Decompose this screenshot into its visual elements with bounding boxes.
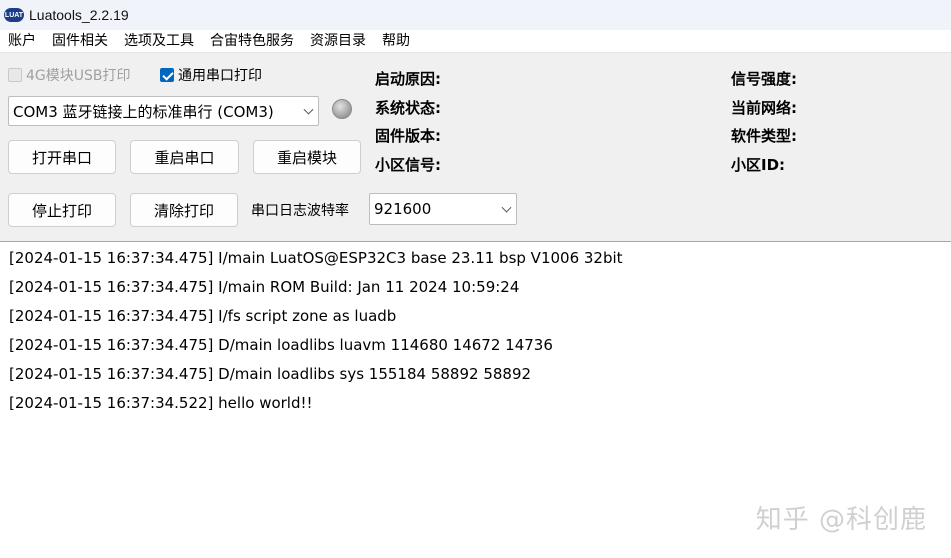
firmware-version-label: 固件版本: [375, 127, 441, 145]
open-port-button[interactable]: 打开串口 [8, 140, 116, 174]
watermark: 知乎 @科创鹿 [755, 505, 927, 535]
cell-id-label: 小区ID: [731, 156, 786, 174]
menu-bar: 账户 固件相关 选项及工具 合宙特色服务 资源目录 帮助 [0, 30, 951, 53]
system-state-label: 系统状态: [375, 99, 441, 117]
usb-print-4g-label: 4G模块USB打印 [26, 68, 131, 84]
cell-signal-label: 小区信号: [375, 156, 441, 174]
menu-help[interactable]: 帮助 [374, 30, 418, 53]
stop-print-button[interactable]: 停止打印 [8, 193, 116, 227]
boot-reason-label: 启动原因: [375, 70, 441, 88]
serial-print-checkbox[interactable]: 通用串口打印 [160, 65, 262, 85]
log-line: [2024-01-15 16:37:34.475] I/main ROM Bui… [9, 278, 520, 296]
chevron-down-icon [303, 104, 314, 115]
restart-module-button[interactable]: 重启模块 [253, 140, 361, 174]
menu-firmware[interactable]: 固件相关 [44, 30, 116, 53]
app-logo-icon: LUAT [4, 8, 24, 22]
usb-print-4g-checkbox[interactable]: 4G模块USB打印 [8, 65, 131, 85]
control-panel: 4G模块USB打印 通用串口打印 COM3 蓝牙链接上的标准串行 (COM3) … [0, 53, 951, 241]
baud-rate-select[interactable]: 921600 [369, 193, 517, 225]
signal-strength-label: 信号强度: [731, 70, 797, 88]
window-title: Luatools_2.2.19 [29, 7, 129, 23]
baud-rate-value: 921600 [374, 200, 432, 218]
restart-port-button[interactable]: 重启串口 [130, 140, 239, 174]
log-line: [2024-01-15 16:37:34.475] D/main loadlib… [9, 365, 532, 383]
port-select[interactable]: COM3 蓝牙链接上的标准串行 (COM3) [8, 96, 319, 126]
log-line: [2024-01-15 16:37:34.475] I/main LuatOS@… [9, 249, 623, 267]
checkbox-checked-icon [160, 68, 174, 82]
current-network-label: 当前网络: [731, 99, 797, 117]
menu-resources[interactable]: 资源目录 [302, 30, 374, 53]
checkbox-box [8, 68, 22, 82]
baud-rate-label: 串口日志波特率 [251, 203, 349, 219]
menu-account[interactable]: 账户 [0, 30, 44, 53]
port-select-value: COM3 蓝牙链接上的标准串行 (COM3) [13, 102, 274, 121]
log-line: [2024-01-15 16:37:34.522] hello world!! [9, 394, 313, 412]
log-line: [2024-01-15 16:37:34.475] D/main loadlib… [9, 336, 553, 354]
clear-print-button[interactable]: 清除打印 [130, 193, 238, 227]
port-status-led-icon [332, 99, 352, 119]
serial-print-label: 通用串口打印 [178, 68, 262, 84]
chevron-down-icon [501, 202, 512, 213]
log-output[interactable]: [2024-01-15 16:37:34.475] I/main LuatOS@… [0, 241, 951, 558]
software-type-label: 软件类型: [731, 127, 797, 145]
log-line: [2024-01-15 16:37:34.475] I/fs script zo… [9, 307, 397, 325]
menu-options-tools[interactable]: 选项及工具 [116, 30, 202, 53]
menu-services[interactable]: 合宙特色服务 [202, 30, 302, 53]
title-bar: LUAT Luatools_2.2.19 [0, 0, 951, 30]
